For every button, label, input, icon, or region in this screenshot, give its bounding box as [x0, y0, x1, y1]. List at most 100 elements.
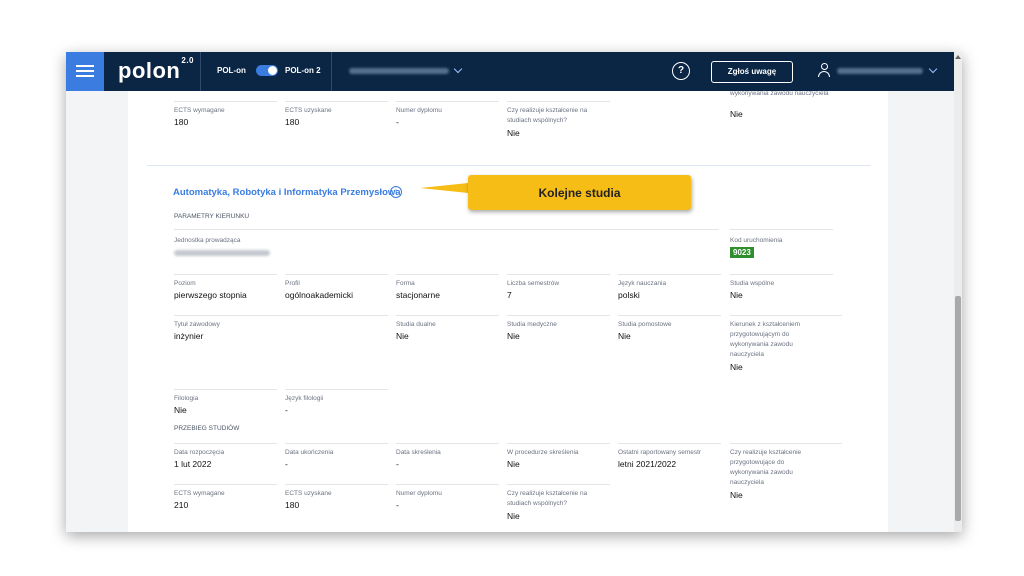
field-label: Profil: [285, 280, 300, 287]
field-label: Język filologii: [285, 395, 324, 402]
field-divider: [730, 443, 842, 444]
top-navigation-bar: polon2.0 POL-on POL-on 2 ? Zgłoś uwagę: [66, 52, 962, 91]
field-label: ECTS uzyskane: [285, 490, 332, 497]
field-divider: [507, 101, 610, 102]
field-divider: [285, 484, 388, 485]
field-label: ECTS wymagane: [174, 490, 225, 497]
system-toggle[interactable]: [256, 65, 278, 76]
field-label: Numer dyplomu: [396, 107, 442, 114]
field-label: W procedurze skreślenia: [507, 449, 579, 456]
field-label: Data skreślenia: [396, 449, 441, 456]
callout-pointer: [420, 183, 468, 193]
institution-selector-redacted[interactable]: [349, 68, 449, 74]
toggle-left-label: POL-on: [217, 66, 246, 75]
field-divider: [285, 274, 388, 275]
field-divider: [285, 389, 388, 390]
field-label: Studia dualne: [396, 321, 436, 328]
field-divider: [618, 274, 721, 275]
field-value: Nie: [507, 511, 520, 521]
divider: [200, 52, 201, 91]
field-divider: [174, 274, 277, 275]
field-divider: [174, 443, 277, 444]
field-label: Czy realizuje kształcenie na studiach ws…: [507, 107, 588, 124]
field-value: Nie: [507, 331, 520, 341]
field-divider: [507, 443, 610, 444]
chevron-down-icon[interactable]: [928, 64, 938, 74]
field-label: Poziom: [174, 280, 196, 287]
field-teacher-prep-prev: wykonywania zawodu nauczyciela Nie: [730, 89, 833, 129]
field-label: ECTS uzyskane: [285, 107, 332, 114]
field-value: pierwszego stopnia: [174, 290, 247, 300]
field-value: letni 2021/2022: [618, 459, 677, 469]
field-label: Kod uruchomienia: [730, 237, 783, 244]
teaching-unit-redacted: [174, 250, 270, 256]
field-label: Czy realizuje kształcenie na studiach ws…: [507, 490, 588, 507]
toggle-knob: [268, 66, 277, 75]
field-divider: [730, 229, 833, 230]
field-value: -: [285, 405, 288, 415]
field-value: Nie: [507, 459, 520, 469]
field-value: Nie: [730, 362, 743, 372]
field-value: stacjonarne: [396, 290, 440, 300]
help-icon[interactable]: ?: [672, 62, 690, 80]
field-divider: [285, 101, 388, 102]
field-value: Nie: [730, 109, 743, 119]
field-label: Tytuł zawodowy: [174, 321, 220, 328]
field-value: Nie: [396, 331, 409, 341]
field-value: Nie: [730, 290, 743, 300]
field-label: Data rozpoczęcia: [174, 449, 225, 456]
field-value: 180: [174, 117, 189, 127]
study-title: Automatyka, Robotyka i Informatyka Przem…: [173, 187, 401, 198]
field-divider: [396, 443, 499, 444]
field-label: Filologia: [174, 395, 199, 402]
divider: [331, 52, 332, 91]
field-divider: [618, 443, 721, 444]
field-divider: [174, 315, 388, 316]
user-icon[interactable]: [818, 63, 830, 77]
field-value: polski: [618, 290, 640, 300]
field-label: Czy realizuje kształcenie przygotowujące…: [730, 449, 802, 486]
field-label: Studia pomostowe: [618, 321, 672, 328]
field-divider: [174, 389, 277, 390]
field-divider: [730, 315, 842, 316]
field-label: Data ukończenia: [285, 449, 334, 456]
field-value: inżynier: [174, 331, 204, 341]
field-divider: [618, 315, 721, 316]
field-label: Jednostka prowadząca: [174, 237, 241, 244]
section-divider: [147, 165, 871, 166]
field-label: Studia wspólne: [730, 280, 775, 287]
scrollbar-thumb[interactable]: [955, 296, 961, 521]
scroll-up-icon[interactable]: [955, 55, 961, 59]
field-value: 7: [507, 290, 512, 300]
polon-logo[interactable]: polon2.0: [118, 56, 194, 84]
chevron-down-icon[interactable]: [453, 64, 463, 74]
field-divider: [396, 315, 499, 316]
field-divider: [285, 443, 388, 444]
field-divider: [396, 101, 499, 102]
field-label: Forma: [396, 280, 415, 287]
user-name-redacted[interactable]: [837, 68, 923, 74]
row-line: [174, 229, 719, 230]
field-label: Ostatni raportowany semestr: [618, 449, 702, 456]
callout-annotation: Kolejne studia: [468, 175, 691, 210]
callout-text: Kolejne studia: [538, 186, 621, 200]
field-value: Nie: [730, 490, 743, 500]
field-value: 1 lut 2022: [174, 459, 212, 469]
field-value: -: [396, 459, 399, 469]
field-value: 180: [285, 500, 300, 510]
field-value: Nie: [618, 331, 631, 341]
report-issue-button[interactable]: Zgłoś uwagę: [711, 61, 793, 83]
field-value: 210: [174, 500, 189, 510]
field-divider: [396, 274, 499, 275]
field-divider: [174, 484, 277, 485]
params-heading: PARAMETRY KIERUNKU: [174, 213, 250, 220]
info-icon[interactable]: i: [390, 186, 402, 198]
field-label: Studia medyczne: [507, 321, 557, 328]
menu-icon[interactable]: [66, 52, 104, 91]
logo-text: polon: [118, 58, 181, 83]
field-divider: [730, 274, 833, 275]
field-label: Numer dyplomu: [396, 490, 442, 497]
logo-version: 2.0: [181, 56, 194, 65]
field-value: 9023: [730, 247, 754, 258]
field-label: Liczba semestrów: [507, 280, 560, 287]
